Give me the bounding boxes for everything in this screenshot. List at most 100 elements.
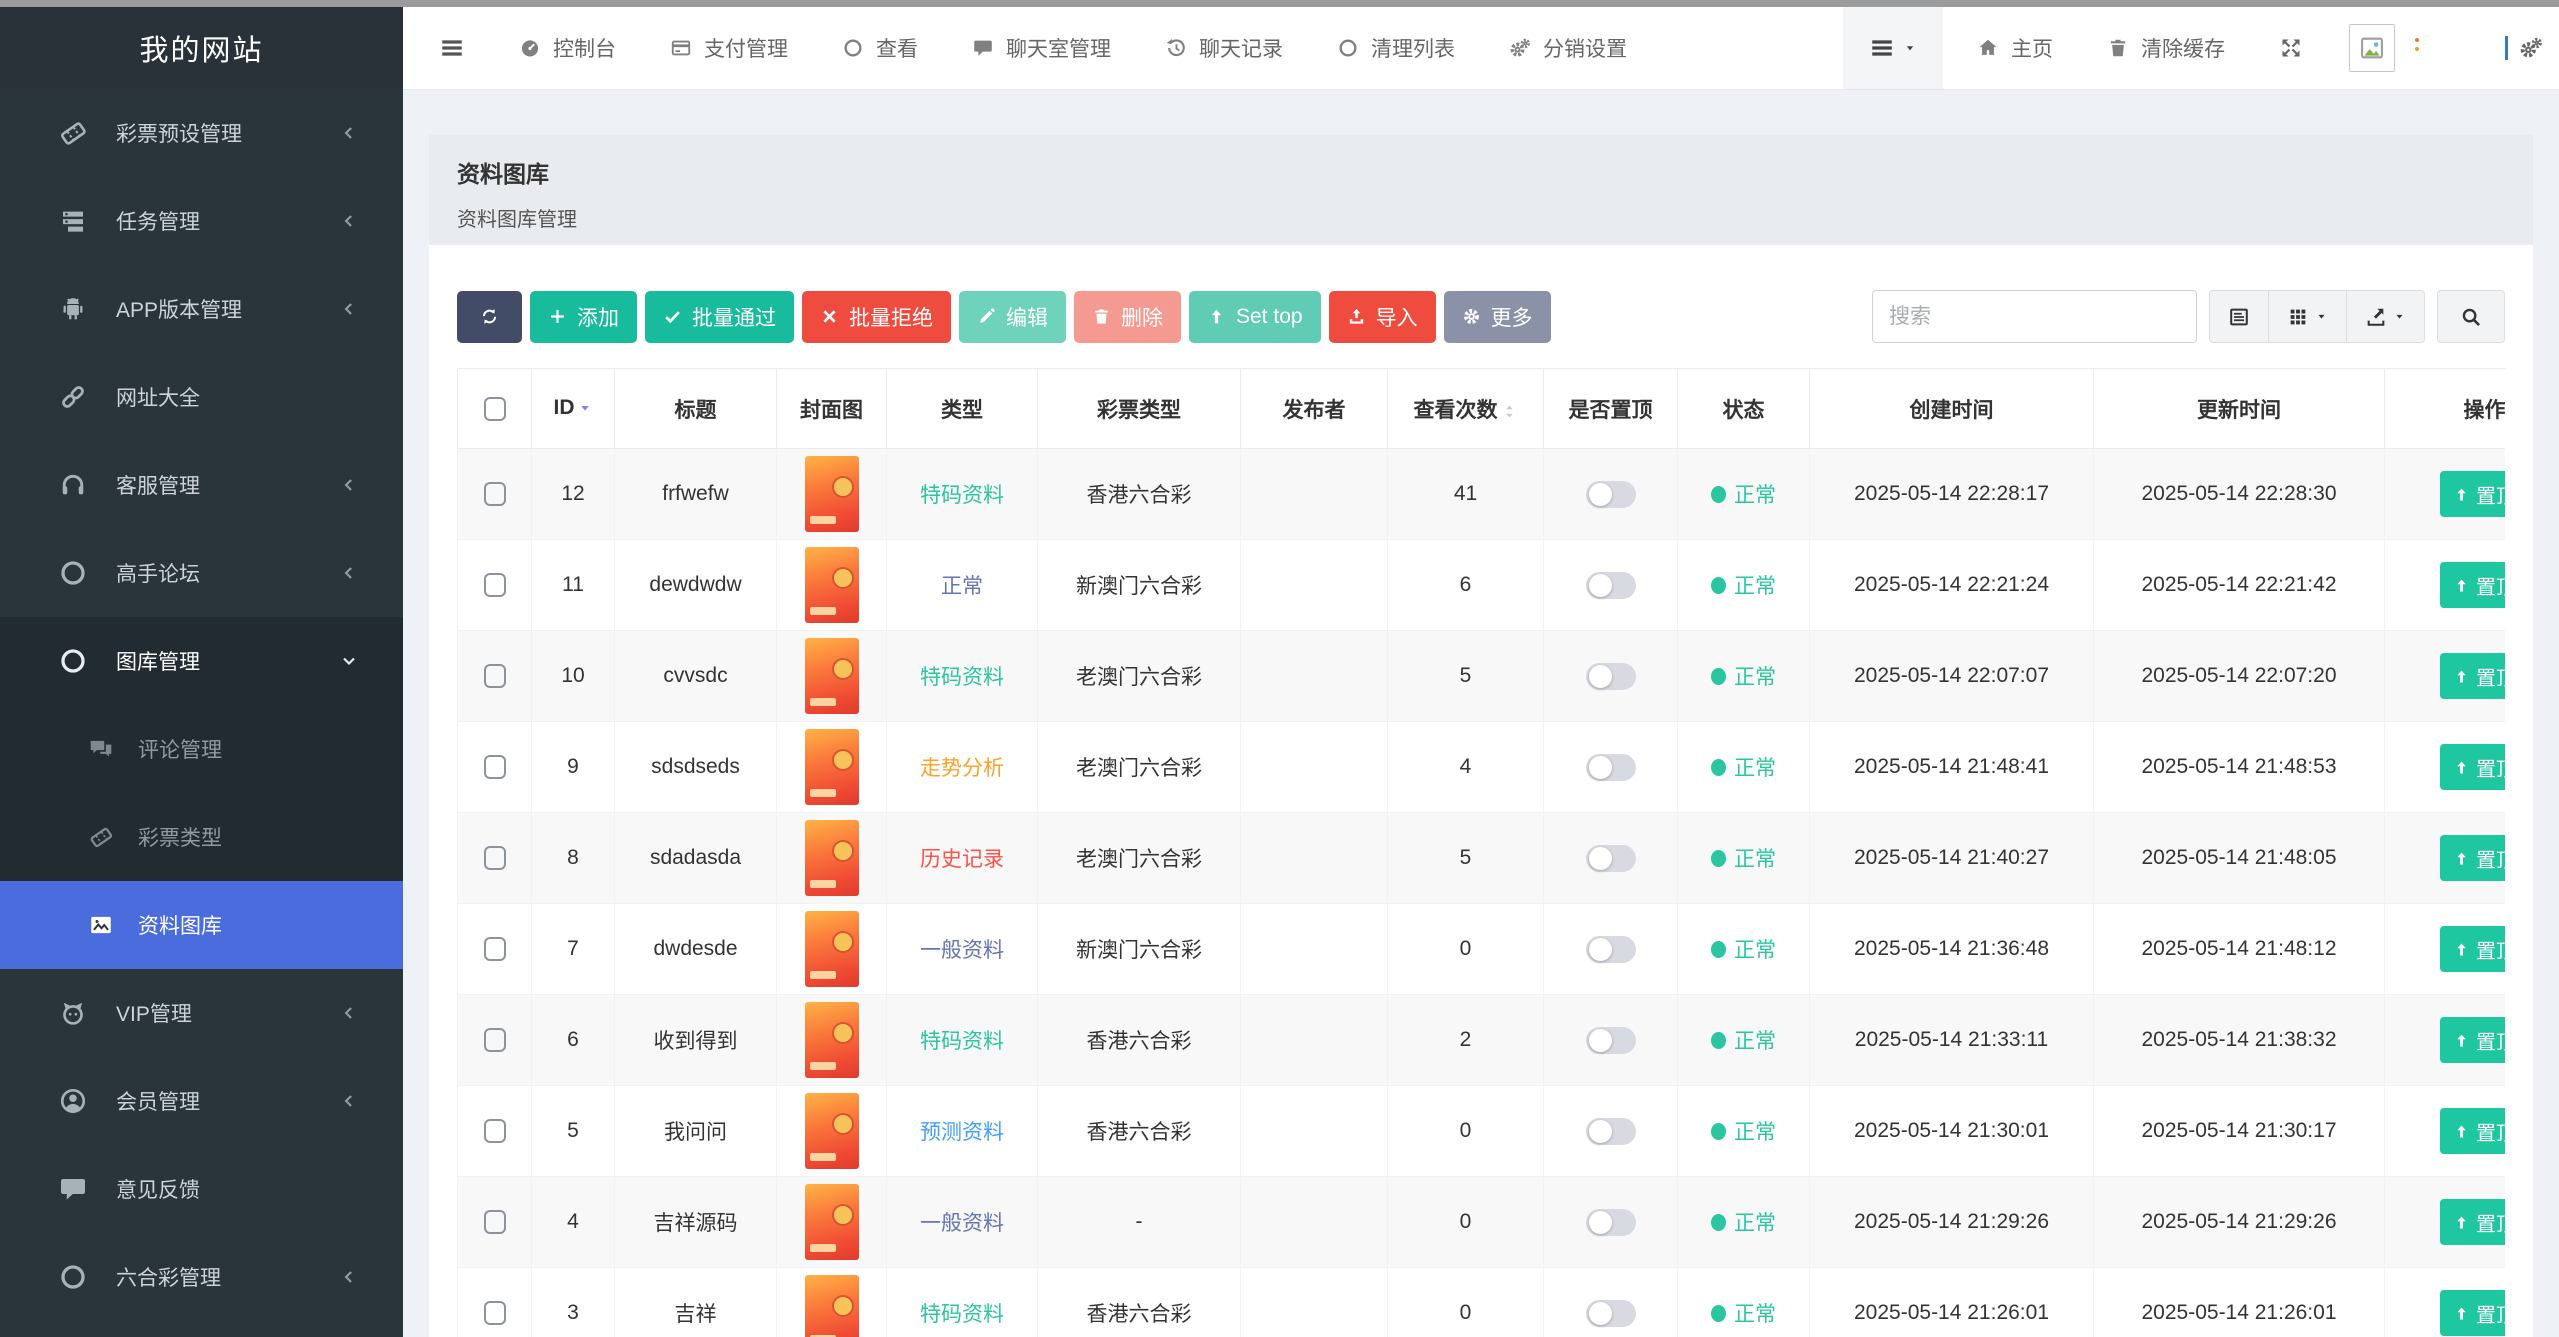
- row-checkbox[interactable]: [484, 664, 506, 688]
- cover-thumbnail[interactable]: [805, 638, 859, 714]
- type-link[interactable]: 特码资料: [920, 1030, 1004, 1053]
- detail-view-button[interactable]: [2209, 290, 2268, 343]
- nav-item-view[interactable]: 查看: [842, 33, 918, 63]
- sidebar-item-mark-six-management[interactable]: 六合彩管理: [0, 1233, 403, 1321]
- sidebar-item-app-version[interactable]: APP版本管理: [0, 265, 403, 353]
- sidebar-item-task-management[interactable]: 任务管理: [0, 177, 403, 265]
- batch-approve-button[interactable]: 批量通过: [645, 291, 794, 343]
- add-button[interactable]: 添加: [530, 291, 637, 343]
- type-link[interactable]: 正常: [941, 575, 983, 598]
- pin-to-top-button[interactable]: 置顶: [2440, 926, 2505, 972]
- pin-toggle[interactable]: [1586, 663, 1636, 690]
- col-views[interactable]: 查看次数: [1388, 369, 1544, 449]
- nav-item-home[interactable]: 主页: [1977, 33, 2053, 63]
- pin-toggle[interactable]: [1586, 1027, 1636, 1054]
- sidebar-item-vip-management[interactable]: VIP管理: [0, 969, 403, 1057]
- export-button[interactable]: [2346, 290, 2425, 343]
- type-link[interactable]: 预测资料: [920, 1121, 1004, 1144]
- delete-button[interactable]: 删除: [1074, 291, 1181, 343]
- sidebar-item-lottery-type[interactable]: 彩票类型: [0, 793, 403, 881]
- pin-toggle[interactable]: [1586, 845, 1636, 872]
- col-id[interactable]: ID: [532, 369, 615, 449]
- cover-thumbnail[interactable]: [805, 547, 859, 623]
- import-button[interactable]: 导入: [1329, 291, 1436, 343]
- sidebar-item-member-management[interactable]: 会员管理: [0, 1057, 403, 1145]
- pin-toggle[interactable]: [1586, 1118, 1636, 1145]
- columns-button[interactable]: [2268, 290, 2346, 343]
- cell-id: 5: [532, 1086, 615, 1177]
- pin-to-top-button[interactable]: 置顶: [2440, 744, 2505, 790]
- caret-down-icon: [2393, 310, 2406, 323]
- pin-to-top-button[interactable]: 置顶: [2440, 1199, 2505, 1245]
- row-checkbox[interactable]: [484, 1210, 506, 1234]
- select-all-checkbox[interactable]: [484, 397, 506, 421]
- type-link[interactable]: 一般资料: [920, 939, 1004, 962]
- fullscreen-button[interactable]: [2279, 36, 2303, 60]
- cover-thumbnail[interactable]: [805, 456, 859, 532]
- type-link[interactable]: 一般资料: [920, 1212, 1004, 1235]
- top-navbar: 控制台 支付管理 查看 聊天室管理 聊天记录 清理列表 分销设置 主页 清除缓存: [403, 7, 2559, 90]
- search-submit-button[interactable]: [2437, 290, 2505, 343]
- type-link[interactable]: 特码资料: [920, 484, 1004, 507]
- nav-item-clear-cache[interactable]: 清除缓存: [2107, 33, 2225, 63]
- nav-menu-dropdown[interactable]: [1843, 7, 1943, 89]
- broken-image-icon: [2358, 34, 2386, 62]
- more-button[interactable]: 更多: [1444, 291, 1551, 343]
- cover-thumbnail[interactable]: [805, 729, 859, 805]
- cover-thumbnail[interactable]: [805, 911, 859, 987]
- pin-toggle[interactable]: [1586, 1300, 1636, 1327]
- sidebar-item-comment-management[interactable]: 评论管理: [0, 705, 403, 793]
- cover-thumbnail[interactable]: [805, 1093, 859, 1169]
- pin-to-top-button[interactable]: 置顶: [2440, 471, 2505, 517]
- row-checkbox[interactable]: [484, 846, 506, 870]
- row-checkbox[interactable]: [484, 755, 506, 779]
- row-checkbox[interactable]: [484, 1028, 506, 1052]
- row-checkbox[interactable]: [484, 1301, 506, 1325]
- row-checkbox[interactable]: [484, 1119, 506, 1143]
- sidebar-item-customer-service[interactable]: 客服管理: [0, 441, 403, 529]
- search-input[interactable]: [1872, 290, 2197, 343]
- nav-item-chatroom-management[interactable]: 聊天室管理: [972, 33, 1111, 63]
- sidebar-item-gallery-management[interactable]: 图库管理: [0, 617, 403, 705]
- pin-to-top-button[interactable]: 置顶: [2440, 835, 2505, 881]
- pin-to-top-button[interactable]: 置顶: [2440, 562, 2505, 608]
- sidebar-item-lottery-preset[interactable]: 彩票预设管理: [0, 89, 403, 177]
- nav-item-cleanup-list[interactable]: 清理列表: [1337, 33, 1455, 63]
- type-link[interactable]: 特码资料: [920, 666, 1004, 689]
- nav-item-dashboard[interactable]: 控制台: [519, 33, 616, 63]
- nav-item-distribution-settings[interactable]: 分销设置: [1509, 33, 1627, 63]
- settings-gears-button[interactable]: [2519, 36, 2543, 60]
- pin-to-top-button[interactable]: 置顶: [2440, 1017, 2505, 1063]
- nav-item-chat-history[interactable]: 聊天记录: [1165, 33, 1283, 63]
- sidebar-toggle-button[interactable]: [439, 35, 465, 61]
- pin-toggle[interactable]: [1586, 936, 1636, 963]
- cover-thumbnail[interactable]: [805, 1002, 859, 1078]
- refresh-button[interactable]: [457, 291, 522, 343]
- type-link[interactable]: 历史记录: [920, 848, 1004, 871]
- type-link[interactable]: 特码资料: [920, 1303, 1004, 1326]
- row-checkbox[interactable]: [484, 482, 506, 506]
- sidebar-item-url-collection[interactable]: 网址大全: [0, 353, 403, 441]
- pin-to-top-button[interactable]: 置顶: [2440, 1108, 2505, 1154]
- row-checkbox[interactable]: [484, 573, 506, 597]
- edit-button[interactable]: 编辑: [959, 291, 1066, 343]
- pin-toggle[interactable]: [1586, 481, 1636, 508]
- row-checkbox[interactable]: [484, 937, 506, 961]
- type-link[interactable]: 走势分析: [920, 757, 1004, 780]
- toggle-knob: [1589, 1211, 1612, 1234]
- cover-thumbnail[interactable]: [805, 820, 859, 896]
- pin-toggle[interactable]: [1586, 754, 1636, 781]
- sidebar-item-feedback[interactable]: 意见反馈: [0, 1145, 403, 1233]
- pin-to-top-button[interactable]: 置顶: [2440, 1290, 2505, 1336]
- cover-thumbnail[interactable]: [805, 1275, 859, 1337]
- pin-to-top-button[interactable]: 置顶: [2440, 653, 2505, 699]
- sidebar-item-expert-forum[interactable]: 高手论坛: [0, 529, 403, 617]
- sidebar-item-material-gallery[interactable]: 资料图库: [0, 881, 403, 969]
- pin-toggle[interactable]: [1586, 572, 1636, 599]
- pin-toggle[interactable]: [1586, 1209, 1636, 1236]
- nav-item-payment-management[interactable]: 支付管理: [670, 33, 788, 63]
- batch-reject-button[interactable]: 批量拒绝: [802, 291, 951, 343]
- cover-thumbnail[interactable]: [805, 1184, 859, 1260]
- set-top-button[interactable]: Set top: [1189, 291, 1321, 343]
- avatar[interactable]: [2349, 24, 2395, 72]
